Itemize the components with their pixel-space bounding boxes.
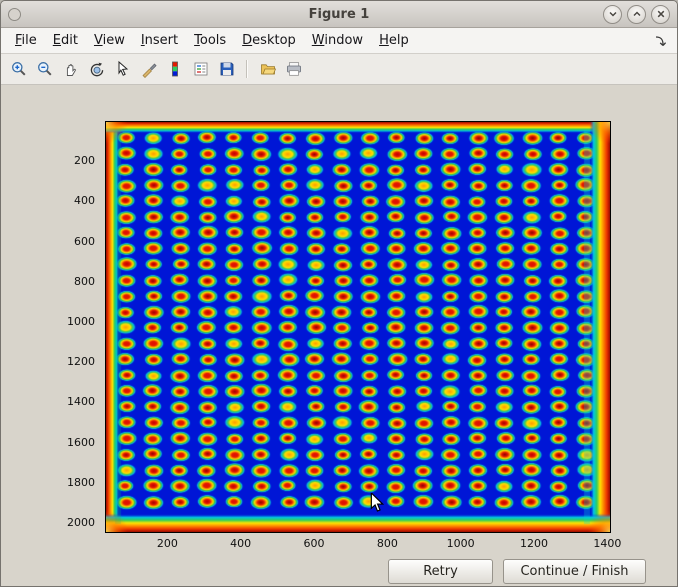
menu-item-help[interactable]: Help — [371, 30, 417, 51]
dock-figure-button[interactable] — [653, 34, 667, 48]
pan-hand-icon — [62, 60, 80, 78]
rotate-3d-button[interactable] — [86, 59, 107, 80]
colorbar-icon — [166, 60, 184, 78]
chevron-up-icon — [630, 7, 644, 21]
chevron-down-icon — [606, 7, 620, 21]
menubar: FileEditViewInsertToolsDesktopWindowHelp — [1, 28, 677, 54]
figure-window: Figure 1 FileEditViewInsertToolsDesktopW… — [0, 0, 678, 587]
y-tick-label: 1000 — [1, 315, 95, 328]
menu-item-tools[interactable]: Tools — [186, 30, 234, 51]
x-tick-label: 800 — [367, 537, 407, 550]
menu-item-desktop[interactable]: Desktop — [234, 30, 304, 51]
y-tick-label: 2000 — [1, 516, 95, 529]
menu-item-edit[interactable]: Edit — [45, 30, 86, 51]
minimize-button[interactable] — [603, 5, 622, 24]
y-tick-label: 1200 — [1, 355, 95, 368]
maximize-button[interactable] — [627, 5, 646, 24]
menu-item-view[interactable]: View — [86, 30, 133, 51]
menu-items: FileEditViewInsertToolsDesktopWindowHelp — [7, 30, 417, 51]
figure-toolbar — [1, 54, 677, 85]
save-button[interactable] — [216, 59, 237, 80]
x-tick-label: 200 — [147, 537, 187, 550]
microarray-heatmap-image[interactable] — [106, 122, 610, 532]
titlebar[interactable]: Figure 1 — [1, 1, 677, 28]
legend-button[interactable] — [190, 59, 211, 80]
pan-button[interactable] — [60, 59, 81, 80]
data-cursor-button[interactable] — [112, 59, 133, 80]
print-button[interactable] — [283, 59, 304, 80]
x-tick-label: 400 — [221, 537, 261, 550]
close-button[interactable] — [651, 5, 670, 24]
menu-item-window[interactable]: Window — [304, 30, 371, 51]
open-folder-button[interactable] — [257, 59, 278, 80]
legend-icon — [192, 60, 210, 78]
y-tick-label: 800 — [1, 275, 95, 288]
zoom-out-button[interactable] — [34, 59, 55, 80]
brush-icon — [140, 60, 158, 78]
zoom-in-button[interactable] — [8, 59, 29, 80]
rotate-3d-icon — [88, 60, 106, 78]
open-folder-icon — [259, 60, 277, 78]
x-tick-label: 1400 — [587, 537, 627, 550]
y-tick-label: 400 — [1, 194, 95, 207]
toolbar-separator — [246, 60, 248, 78]
y-tick-label: 200 — [1, 154, 95, 167]
x-tick-label: 1000 — [441, 537, 481, 550]
menu-item-file[interactable]: File — [7, 30, 45, 51]
window-menu-button[interactable] — [8, 8, 21, 21]
menu-item-insert[interactable]: Insert — [133, 30, 186, 51]
brush-button[interactable] — [138, 59, 159, 80]
figure-content: 200 400 600 800 1000 1200 1400 1600 1800 2000 200… — [1, 85, 677, 587]
x-tick-label: 1200 — [514, 537, 554, 550]
retry-button[interactable]: Retry — [388, 559, 493, 584]
data-cursor-icon — [114, 60, 132, 78]
dock-arrow-icon — [653, 34, 667, 48]
close-icon — [654, 7, 668, 21]
window-controls — [603, 5, 670, 24]
y-tick-label: 600 — [1, 235, 95, 248]
y-tick-label: 1800 — [1, 476, 95, 489]
print-icon — [285, 60, 303, 78]
continue-finish-button[interactable]: Continue / Finish — [503, 559, 646, 584]
window-title: Figure 1 — [1, 7, 677, 22]
zoom-out-icon — [36, 60, 54, 78]
colorbar-button[interactable] — [164, 59, 185, 80]
x-tick-label: 600 — [294, 537, 334, 550]
axes — [105, 121, 611, 533]
y-tick-label: 1400 — [1, 395, 95, 408]
zoom-in-icon — [10, 60, 28, 78]
save-icon — [218, 60, 236, 78]
y-tick-label: 1600 — [1, 436, 95, 449]
